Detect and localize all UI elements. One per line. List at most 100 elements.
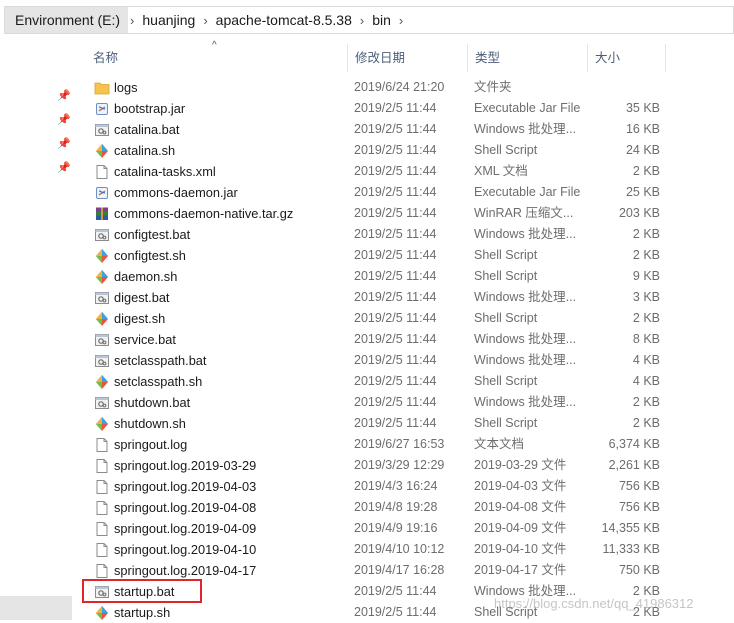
bat-icon: [94, 122, 110, 138]
file-row[interactable]: service.bat 2019/2/5 11:44 Windows 批处理... 8…: [86, 329, 734, 350]
file-row[interactable]: setclasspath.bat 2019/2/5 11:44 Windows 批处…: [86, 350, 734, 371]
file-row[interactable]: daemon.sh 2019/2/5 11:44 Shell Script 9 KB: [86, 266, 734, 287]
file-type: Windows 批处理...: [474, 227, 577, 241]
file-size: 9 KB: [632, 269, 660, 283]
breadcrumb-separator[interactable]: ›: [358, 13, 366, 28]
file-type: Windows 批处理...: [474, 395, 577, 409]
file-size: 2 KB: [632, 164, 660, 178]
file-row[interactable]: springout.log 2019/6/27 16:53 文本文档 6,374 KB: [86, 434, 734, 455]
file-type: Shell Script: [474, 311, 538, 325]
file-row[interactable]: springout.log.2019-03-29 2019/3/29 12:29 2…: [86, 455, 734, 476]
file-row[interactable]: catalina-tasks.xml 2019/2/5 11:44 XML 文档 2 …: [86, 161, 734, 182]
file-row[interactable]: catalina.bat 2019/2/5 11:44 Windows 批处理...…: [86, 119, 734, 140]
breadcrumb-separator[interactable]: ›: [128, 13, 136, 28]
file-row[interactable]: shutdown.bat 2019/2/5 11:44 Windows 批处理...…: [86, 392, 734, 413]
pin-icon[interactable]: 📌: [57, 90, 71, 102]
file-type: 2019-03-29 文件: [474, 458, 567, 472]
sh-icon: [94, 143, 110, 159]
file-type: 2019-04-17 文件: [474, 563, 567, 577]
column-header-name[interactable]: 名称: [86, 44, 348, 72]
file-date: 2019/2/5 11:44: [354, 374, 437, 388]
file-row[interactable]: configtest.bat 2019/2/5 11:44 Windows 批处理.…: [86, 224, 734, 245]
file-row[interactable]: springout.log.2019-04-03 2019/4/3 16:24 20…: [86, 476, 734, 497]
file-row[interactable]: setclasspath.sh 2019/2/5 11:44 Shell Scrip…: [86, 371, 734, 392]
file-date: 2019/2/5 11:44: [354, 353, 437, 367]
column-header-type[interactable]: 类型: [468, 44, 588, 72]
breadcrumb-separator[interactable]: ›: [397, 13, 405, 28]
file-date: 2019/2/5 11:44: [354, 227, 437, 241]
breadcrumb[interactable]: Environment (E:) › huanjing › apache-tom…: [4, 6, 734, 34]
file-size: 2 KB: [632, 395, 660, 409]
navigation-pane: 📌 📌 📌 📌: [0, 40, 74, 623]
file-date: 2019/6/27 16:53: [354, 437, 445, 451]
column-header-date[interactable]: 修改日期: [348, 44, 468, 72]
file-size: 14,355 KB: [601, 521, 660, 535]
file-name: springout.log.2019-04-10: [114, 542, 257, 557]
pin-icon[interactable]: 📌: [57, 162, 71, 174]
file-type: Windows 批处理...: [474, 353, 577, 367]
file-size: 756 KB: [618, 500, 660, 514]
file-date: 2019/2/5 11:44: [354, 122, 437, 136]
file-date: 2019/2/5 11:44: [354, 395, 437, 409]
file-size: 203 KB: [618, 206, 660, 220]
file-row[interactable]: digest.sh 2019/2/5 11:44 Shell Script 2 KB: [86, 308, 734, 329]
file-name: springout.log: [114, 437, 188, 452]
file-type: Executable Jar File: [474, 101, 581, 115]
file-name: shutdown.bat: [114, 395, 191, 410]
breadcrumb-item-tomcat[interactable]: apache-tomcat-8.5.38: [210, 12, 358, 28]
file-row[interactable]: springout.log.2019-04-10 2019/4/10 10:12 2…: [86, 539, 734, 560]
document-icon: [94, 479, 110, 495]
pin-icon[interactable]: 📌: [57, 114, 71, 126]
file-date: 2019/4/8 19:28: [354, 500, 438, 514]
breadcrumb-item-drive[interactable]: Environment (E:): [5, 7, 129, 33]
file-row[interactable]: springout.log.2019-04-17 2019/4/17 16:28 2…: [86, 560, 734, 581]
file-type: Shell Script: [474, 143, 538, 157]
file-row[interactable]: commons-daemon-native.tar.gz 2019/2/5 11:…: [86, 203, 734, 224]
file-name: service.bat: [114, 332, 176, 347]
file-date: 2019/2/5 11:44: [354, 311, 437, 325]
file-name: configtest.bat: [114, 227, 191, 242]
bat-icon: [94, 227, 110, 243]
sh-icon: [94, 605, 110, 621]
breadcrumb-item-bin[interactable]: bin: [366, 12, 397, 28]
file-date: 2019/2/5 11:44: [354, 164, 437, 178]
column-header-size[interactable]: 大小: [588, 44, 666, 72]
file-date: 2019/2/5 11:44: [354, 248, 437, 262]
sh-icon: [94, 248, 110, 264]
file-row[interactable]: digest.bat 2019/2/5 11:44 Windows 批处理... 3 …: [86, 287, 734, 308]
file-size: 25 KB: [625, 185, 660, 199]
file-row[interactable]: shutdown.sh 2019/2/5 11:44 Shell Script 2 K…: [86, 413, 734, 434]
breadcrumb-separator[interactable]: ›: [201, 13, 209, 28]
file-row[interactable]: springout.log.2019-04-08 2019/4/8 19:28 20…: [86, 497, 734, 518]
file-row[interactable]: commons-daemon.jar 2019/2/5 11:44 Executab…: [86, 182, 734, 203]
file-type: Windows 批处理...: [474, 122, 577, 136]
file-name: digest.sh: [114, 311, 166, 326]
file-row[interactable]: springout.log.2019-04-09 2019/4/9 19:16 20…: [86, 518, 734, 539]
document-icon: [94, 500, 110, 516]
pin-icon[interactable]: 📌: [57, 138, 71, 150]
file-type: WinRAR 压缩文...: [474, 206, 574, 220]
file-name: setclasspath.sh: [114, 374, 203, 389]
file-type: Windows 批处理...: [474, 290, 577, 304]
breadcrumb-item-huanjing[interactable]: huanjing: [136, 12, 201, 28]
file-name: catalina.bat: [114, 122, 180, 137]
file-row[interactable]: bootstrap.jar 2019/2/5 11:44 Executable Ja…: [86, 98, 734, 119]
file-row[interactable]: catalina.sh 2019/2/5 11:44 Shell Script 24 …: [86, 140, 734, 161]
file-type: 文件夹: [474, 80, 512, 94]
document-icon: [94, 458, 110, 474]
file-type: Shell Script: [474, 248, 538, 262]
file-size: 11,333 KB: [602, 542, 660, 556]
file-date: 2019/2/5 11:44: [354, 605, 437, 619]
file-size: 2 KB: [632, 311, 660, 325]
file-name: springout.log.2019-04-08: [114, 500, 257, 515]
navigation-selected-item[interactable]: [0, 596, 72, 620]
file-date: 2019/3/29 12:29: [354, 458, 445, 472]
file-size: 2 KB: [632, 227, 660, 241]
file-row[interactable]: logs 2019/6/24 21:20 文件夹: [86, 77, 734, 98]
file-row[interactable]: configtest.sh 2019/2/5 11:44 Shell Script 2…: [86, 245, 734, 266]
document-icon: [94, 563, 110, 579]
file-size: 16 KB: [625, 122, 660, 136]
file-date: 2019/4/17 16:28: [354, 563, 445, 577]
file-size: 756 KB: [618, 479, 660, 493]
file-date: 2019/4/3 16:24: [354, 479, 438, 493]
